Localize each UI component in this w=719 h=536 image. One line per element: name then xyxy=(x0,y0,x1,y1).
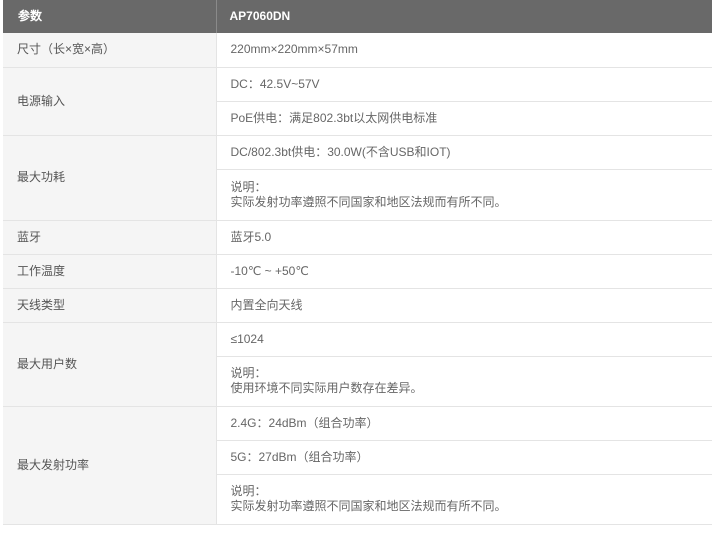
note-text: 使用环境不同实际用户数存在差异。 xyxy=(230,381,423,395)
value-max-users: ≤1024 xyxy=(216,322,712,357)
table-row-temperature: 工作温度 -10℃ ~ +50℃ xyxy=(3,254,712,289)
note-max-power: 说明： 实际发射功率遵照不同国家和地区法规而有所不同。 xyxy=(216,169,712,221)
header-param: 参数 xyxy=(3,0,217,33)
param-label-max-power: 最大功耗 xyxy=(3,135,217,221)
note-text: 实际发射功率遵照不同国家和地区法规而有所不同。 xyxy=(230,499,507,513)
value-antenna: 内置全向天线 xyxy=(216,288,712,323)
note-text: 实际发射功率遵照不同国家和地区法规而有所不同。 xyxy=(230,194,507,209)
param-label-max-users: 最大用户数 xyxy=(3,322,217,407)
param-label-power-input: 电源输入 xyxy=(3,67,217,136)
table-row-max-tx-power: 最大发射功率 2.4G：24dBm（组合功率） xyxy=(3,406,712,525)
value-temperature: -10℃ ~ +50℃ xyxy=(216,254,712,289)
table-row-max-power: 最大功耗 DC/802.3bt供电：30.0W(不含USB和IOT) xyxy=(3,135,712,221)
spec-table: 参数 AP7060DN 尺寸（长×宽×高） 220mm×220mm×57mm 电… xyxy=(3,0,712,525)
note-max-tx-power: 说明： 实际发射功率遵照不同国家和地区法规而有所不同。 xyxy=(216,474,712,525)
value-power-input-poe: PoE供电：满足802.3bt以太网供电标准 xyxy=(216,101,712,136)
note-title: 说明： xyxy=(230,179,267,194)
table-row-power-input: 电源输入 DC：42.5V~57V xyxy=(3,67,712,136)
param-label-temperature: 工作温度 xyxy=(3,254,217,289)
param-label-bluetooth: 蓝牙 xyxy=(3,220,217,255)
header-model: AP7060DN xyxy=(216,0,712,33)
value-max-tx-power-24g: 2.4G：24dBm（组合功率） xyxy=(216,406,712,441)
param-label-antenna: 天线类型 xyxy=(3,288,217,323)
table-row-bluetooth: 蓝牙 蓝牙5.0 xyxy=(3,220,712,255)
table-row-max-users: 最大用户数 ≤1024 xyxy=(3,322,712,407)
note-max-users: 说明： 使用环境不同实际用户数存在差异。 xyxy=(216,356,712,407)
value-max-tx-power-5g: 5G：27dBm（组合功率） xyxy=(216,440,712,475)
table-header-row: 参数 AP7060DN xyxy=(3,0,712,33)
param-label-max-tx-power: 最大发射功率 xyxy=(3,406,217,525)
table-row-antenna: 天线类型 内置全向天线 xyxy=(3,288,712,323)
value-size: 220mm×220mm×57mm xyxy=(216,33,712,68)
param-label-size: 尺寸（长×宽×高） xyxy=(3,33,217,68)
table-row-size: 尺寸（长×宽×高） 220mm×220mm×57mm xyxy=(3,33,712,68)
note-title: 说明： xyxy=(230,366,267,380)
note-title: 说明： xyxy=(230,484,267,498)
value-bluetooth: 蓝牙5.0 xyxy=(216,220,712,255)
value-max-power: DC/802.3bt供电：30.0W(不含USB和IOT) xyxy=(216,135,712,170)
value-power-input-dc: DC：42.5V~57V xyxy=(216,67,712,102)
